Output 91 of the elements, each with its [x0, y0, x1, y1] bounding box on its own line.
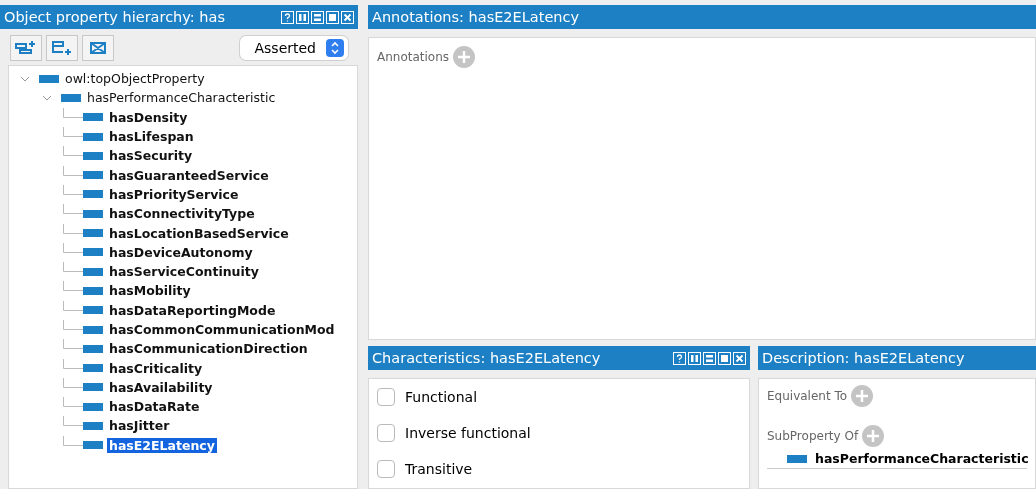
- property-icon: [83, 286, 103, 295]
- property-icon: [83, 171, 103, 180]
- property-icon: [83, 267, 103, 276]
- sibling-add-icon: [51, 40, 73, 56]
- section-label: Annotations: [377, 50, 450, 64]
- tree-item[interactable]: hasDataReportingMode: [107, 302, 278, 318]
- property-icon: [83, 190, 103, 199]
- checkbox[interactable]: [377, 388, 395, 406]
- tree-line-icon: [63, 165, 83, 176]
- property-icon: [83, 248, 103, 257]
- tree-line-icon: [63, 416, 83, 427]
- property-icon: [83, 364, 103, 373]
- tree-item[interactable]: hasLocationBasedService: [107, 225, 291, 241]
- section-label: Equivalent To: [767, 389, 848, 403]
- property-icon: [83, 306, 103, 315]
- property-icon: [83, 402, 103, 411]
- property-icon: [83, 132, 103, 141]
- mode-select[interactable]: Asserted: [240, 36, 348, 60]
- property-icon: [61, 93, 81, 102]
- property-icon: [83, 441, 103, 450]
- help-icon[interactable]: [673, 351, 686, 365]
- section-label: SubProperty Of: [767, 429, 859, 443]
- tree-item[interactable]: hasCommonCommunicationMod: [107, 322, 337, 337]
- property-icon: [83, 383, 103, 392]
- tree-item[interactable]: hasDensity: [107, 109, 190, 125]
- close-icon[interactable]: [733, 351, 746, 365]
- tree-line-icon: [63, 107, 83, 118]
- tree-line-icon: [63, 397, 83, 408]
- property-icon: [83, 344, 103, 353]
- panel-title: Object property hierarchy: has: [4, 9, 226, 25]
- panel-title: Annotations: hasE2ELatency: [372, 9, 581, 25]
- tree-line-icon: [63, 184, 83, 195]
- maximize-icon[interactable]: [718, 351, 731, 365]
- checkbox-label: Transitive: [405, 461, 473, 477]
- tree-line-icon: [63, 262, 83, 273]
- property-icon: [39, 74, 59, 83]
- stepper-icon: [326, 39, 344, 57]
- delete-button[interactable]: [82, 35, 114, 61]
- tree-item[interactable]: hasGuaranteedService: [107, 167, 271, 183]
- minimize-icon[interactable]: [703, 351, 716, 365]
- tree-line-icon: [63, 377, 83, 388]
- tree-line-icon: [63, 435, 83, 446]
- property-icon: [787, 454, 807, 463]
- property-icon: [83, 229, 103, 237]
- tree-item[interactable]: hasCommunicationDirection: [107, 341, 310, 357]
- tree-item[interactable]: hasSecurity: [107, 148, 195, 164]
- checkbox[interactable]: [377, 424, 395, 442]
- tree-line-icon: [63, 320, 83, 330]
- tree-item[interactable]: hasAvailability: [107, 379, 215, 395]
- property-icon: [83, 325, 103, 334]
- panel-title: Description: hasE2ELatency: [762, 350, 966, 366]
- add-sibling-button[interactable]: [46, 35, 78, 61]
- tree-line-icon: [63, 358, 83, 369]
- tree-line-icon: [63, 127, 83, 138]
- tree-line-icon: [63, 242, 83, 253]
- panel-title: Characteristics: hasE2ELatency: [372, 350, 602, 366]
- tree-item[interactable]: hasE2ELatency: [107, 437, 217, 453]
- tree-line-icon: [63, 339, 83, 350]
- tree-item[interactable]: hasCriticality: [107, 360, 205, 376]
- split-icon[interactable]: [296, 10, 309, 24]
- property-icon: [83, 422, 103, 430]
- tree-line-icon: [63, 281, 83, 292]
- checkbox-label: Functional: [405, 389, 478, 405]
- tree-item[interactable]: hasMobility: [107, 283, 193, 299]
- tree-line-icon: [63, 223, 83, 234]
- add-subproperty-button[interactable]: [10, 35, 42, 61]
- checkbox[interactable]: [377, 460, 395, 478]
- tree-item[interactable]: hasConnectivityType: [107, 206, 257, 222]
- property-icon: [83, 209, 103, 218]
- checkbox-label: Inverse functional: [405, 425, 531, 441]
- tree-item[interactable]: hasServiceContinuity: [107, 264, 261, 280]
- tree-item[interactable]: hasLifespan: [107, 129, 196, 145]
- property-reference[interactable]: hasPerformanceCharacteristic: [815, 451, 1029, 466]
- property-icon: [83, 151, 103, 160]
- tree-line-icon: [63, 300, 83, 311]
- close-icon[interactable]: [341, 10, 354, 24]
- help-icon[interactable]: [281, 10, 294, 24]
- tree-item[interactable]: owl:topObjectProperty: [63, 71, 207, 87]
- tree-item[interactable]: hasPriorityService: [107, 186, 241, 202]
- hierarchy-add-icon: [15, 40, 37, 56]
- tree-line-icon: [63, 146, 83, 157]
- tree-item[interactable]: hasPerformanceCharacteristic: [85, 90, 278, 106]
- maximize-icon[interactable]: [326, 10, 339, 24]
- tree-line-icon: [63, 204, 83, 215]
- tree-item[interactable]: hasDataRate: [107, 399, 202, 415]
- tree-item[interactable]: hasJitter: [107, 418, 172, 434]
- split-icon[interactable]: [688, 351, 701, 365]
- delete-icon: [88, 40, 108, 56]
- minimize-icon[interactable]: [311, 10, 324, 24]
- property-icon: [83, 113, 103, 122]
- tree-item[interactable]: hasDeviceAutonomy: [107, 244, 255, 260]
